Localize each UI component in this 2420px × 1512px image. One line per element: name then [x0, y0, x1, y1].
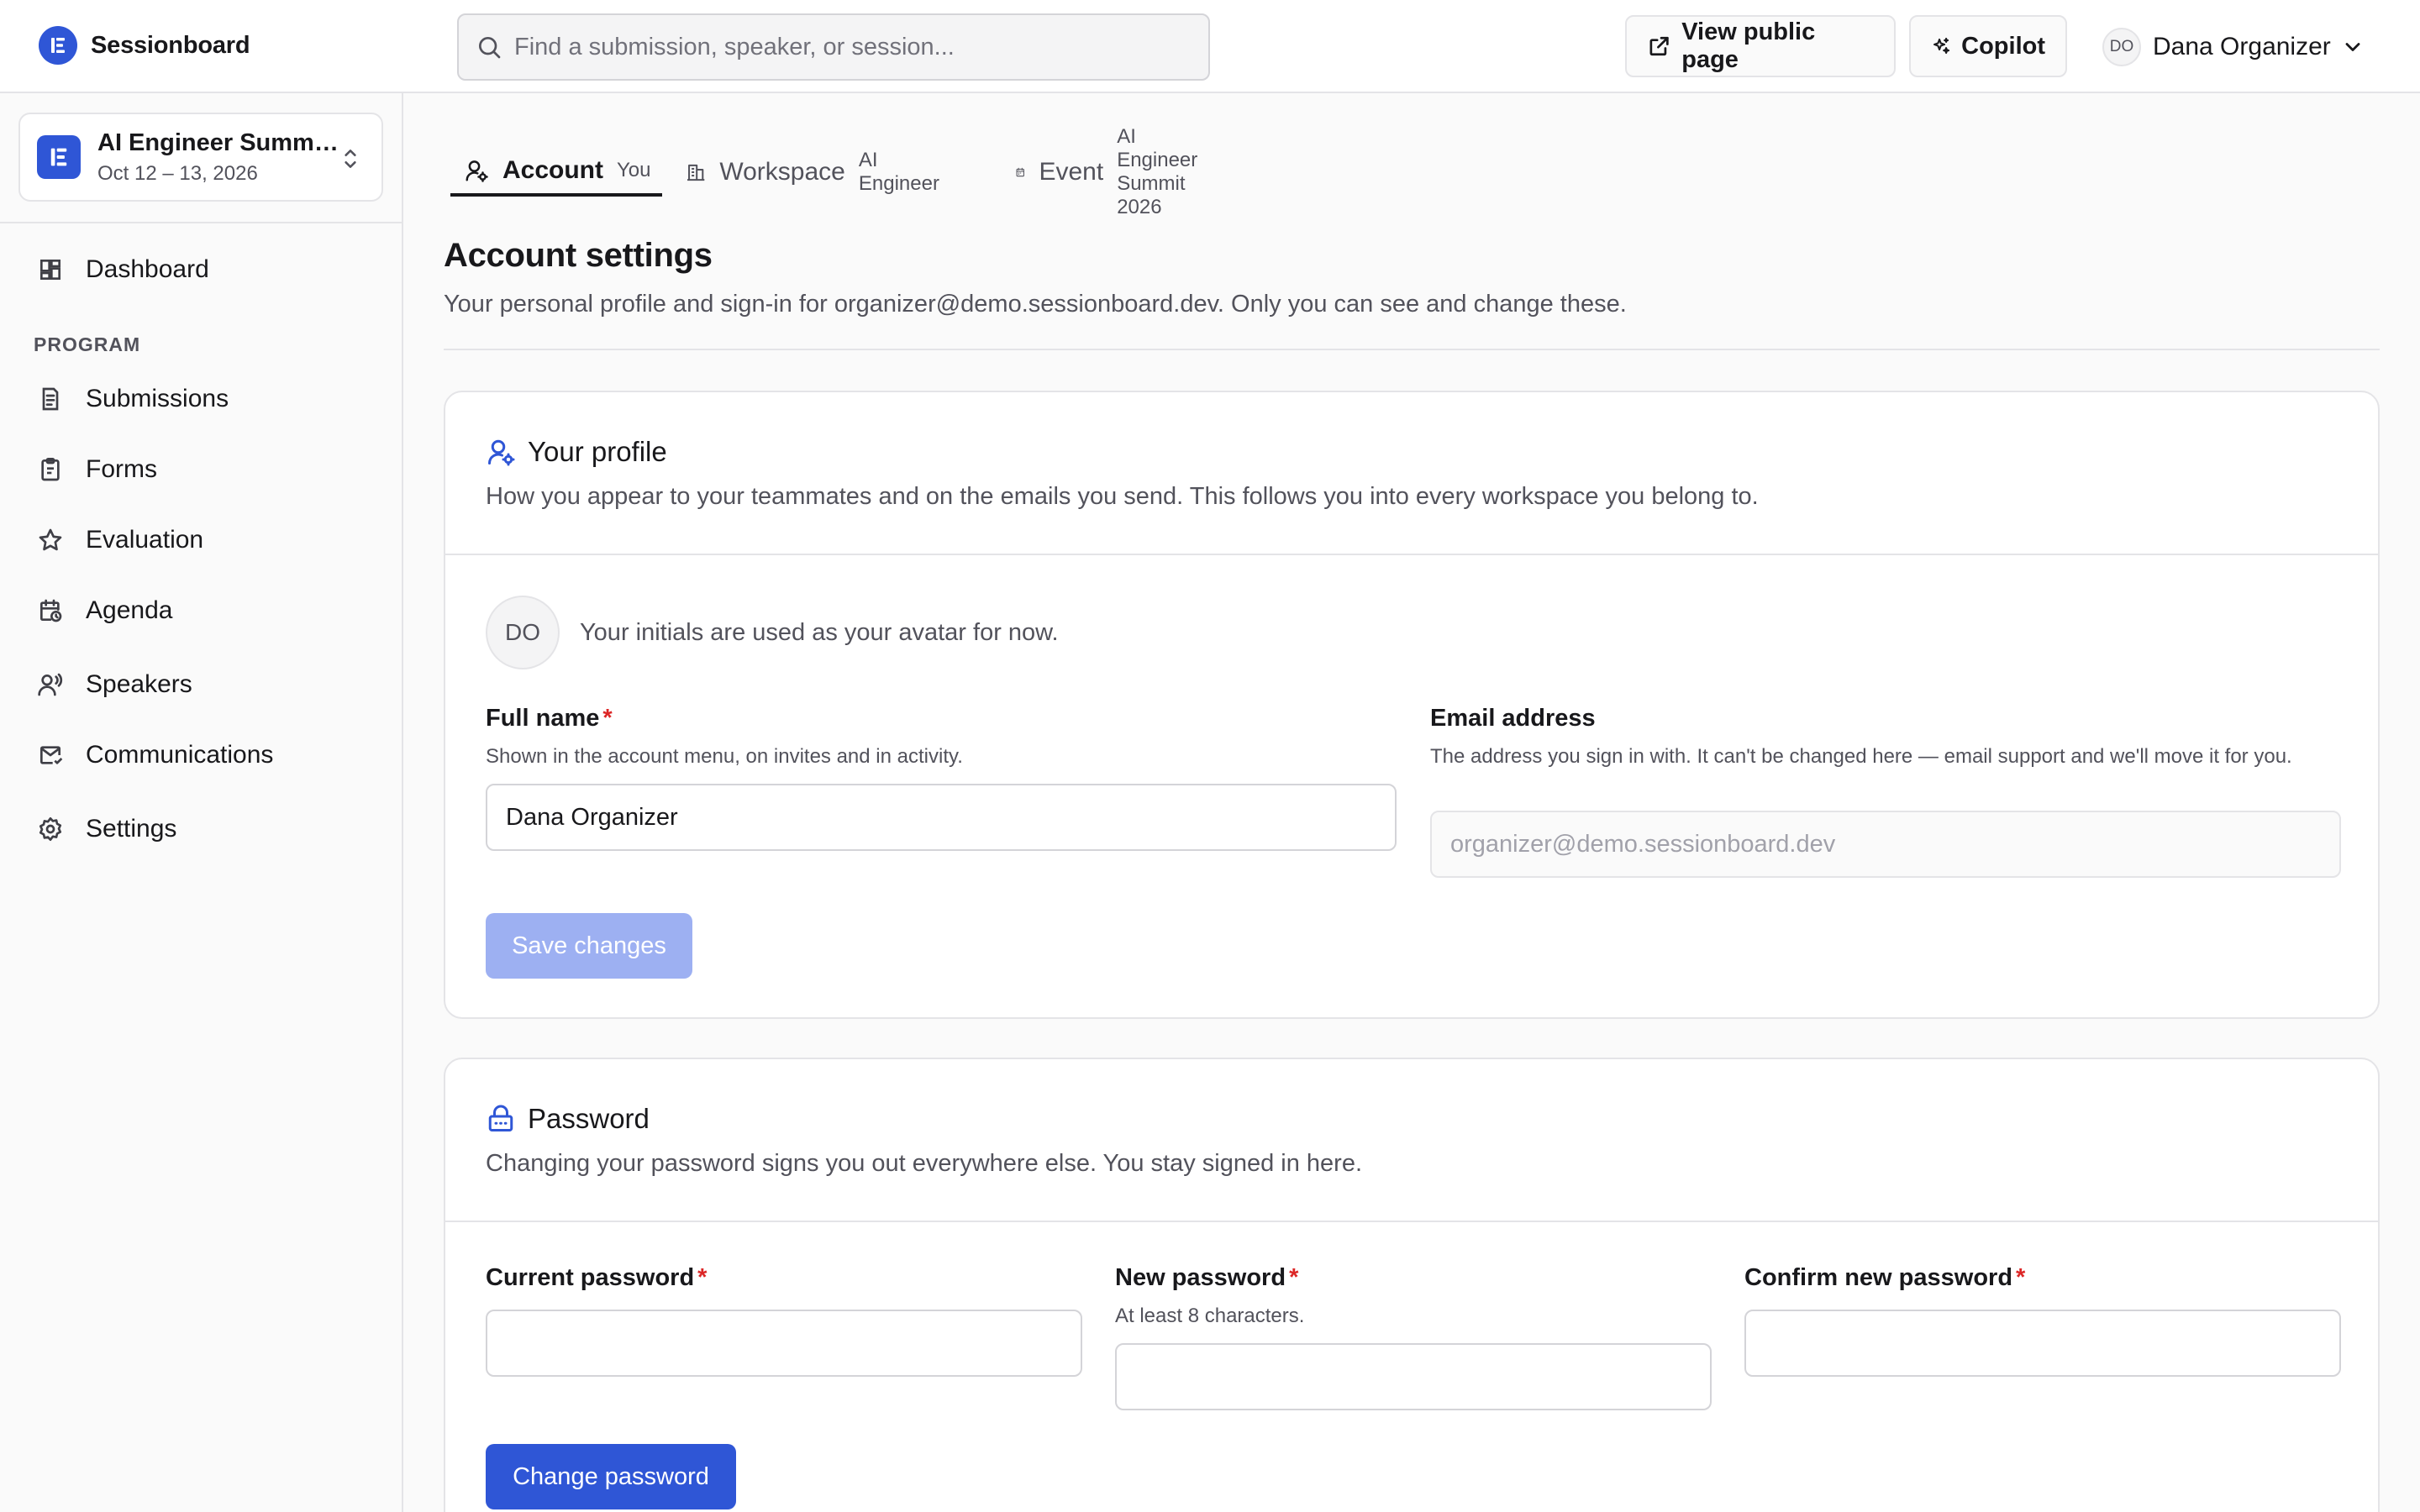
tab-sublabel: AI Engineer Summit 2026	[1117, 125, 1198, 218]
page-title: Account settings	[444, 237, 713, 274]
current-password-label: Current password *	[486, 1264, 707, 1292]
email-help: The address you sign in with. It can't b…	[1430, 745, 2292, 768]
full-name-label: Full name *	[486, 705, 613, 732]
sidebar-item-settings[interactable]: Settings	[15, 802, 385, 856]
star-icon	[37, 527, 64, 554]
user-cog-icon	[486, 437, 516, 467]
full-name-help: Shown in the account menu, on invites an…	[486, 745, 963, 768]
sidebar-item-evaluation[interactable]: Evaluation	[15, 513, 385, 567]
email-label: Email address	[1430, 705, 1596, 732]
event-switcher[interactable]: AI Engineer Summit 2026 Oct 12 – 13, 202…	[18, 113, 383, 202]
sidebar-item-label: Dashboard	[86, 255, 209, 283]
calendar-clock-icon	[37, 597, 64, 624]
sidebar-item-communications[interactable]: Communications	[15, 728, 385, 782]
sparkles-icon	[1931, 34, 1951, 59]
search-icon	[476, 34, 502, 60]
event-dates: Oct 12 – 13, 2026	[97, 161, 258, 185]
email-field	[1430, 811, 2341, 878]
profile-card: Your profile How you appear to your team…	[444, 391, 2380, 1019]
mail-icon	[37, 742, 64, 769]
page-divider	[444, 349, 2380, 350]
clipboard-icon	[37, 456, 64, 483]
brand[interactable]: Sessionboard	[39, 25, 250, 66]
chevrons-up-down-icon	[339, 146, 361, 171]
event-name: AI Engineer Summit 2026	[97, 129, 341, 156]
required-mark: *	[697, 1264, 708, 1291]
sidebar: AI Engineer Summit 2026 Oct 12 – 13, 202…	[0, 93, 403, 1512]
new-password-label-text: New password	[1115, 1264, 1286, 1291]
tab-event[interactable]: Event AI Engineer Summit 2026	[1015, 125, 1213, 218]
chevron-down-icon	[2341, 35, 2365, 59]
password-card-header: Password Changing your password signs yo…	[445, 1059, 2378, 1222]
user-avatar: DO	[2102, 28, 2141, 66]
brand-name: Sessionboard	[91, 31, 250, 59]
full-name-label-text: Full name	[486, 705, 600, 732]
current-password-label-text: Current password	[486, 1264, 695, 1291]
user-menu[interactable]: DO Dana Organizer	[2102, 27, 2365, 67]
confirm-password-field[interactable]	[1744, 1310, 2341, 1377]
password-card-title: Password	[528, 1103, 650, 1134]
tab-sublabel: AI Engineer	[858, 149, 939, 195]
user-name: Dana Organizer	[2153, 33, 2331, 60]
password-card: Password Changing your password signs yo…	[444, 1058, 2380, 1512]
sidebar-item-agenda[interactable]: Agenda	[15, 584, 385, 638]
top-bar: Sessionboard View public page Copilot DO…	[0, 0, 2420, 93]
sidebar-item-label: Submissions	[86, 385, 229, 412]
new-password-label: New password *	[1115, 1264, 1298, 1292]
view-public-page-button[interactable]: View public page	[1625, 15, 1896, 77]
sidebar-item-label: Forms	[86, 455, 157, 483]
sidebar-item-submissions[interactable]: Submissions	[15, 372, 385, 426]
save-changes-button[interactable]: Save changes	[486, 913, 692, 979]
sidebar-item-label: Agenda	[86, 596, 173, 624]
building-icon	[686, 160, 706, 185]
required-mark: *	[1289, 1264, 1299, 1291]
profile-card-title: Your profile	[528, 436, 667, 467]
change-password-button[interactable]: Change password	[486, 1444, 736, 1509]
avatar: DO	[486, 596, 560, 669]
speaker-icon	[37, 671, 64, 698]
sidebar-item-forms[interactable]: Forms	[15, 443, 385, 496]
tab-label: Workspace	[719, 158, 845, 186]
dashboard-icon	[37, 256, 64, 283]
tab-sublabel: You	[617, 159, 651, 181]
global-search[interactable]	[457, 13, 1210, 81]
event-logo-icon	[37, 135, 81, 179]
external-link-icon	[1647, 34, 1671, 59]
lock-icon	[486, 1104, 516, 1134]
tab-account[interactable]: Account You	[450, 148, 662, 197]
sidebar-item-label: Communications	[86, 741, 274, 769]
required-mark: *	[602, 705, 613, 732]
avatar-note: Your initials are used as your avatar fo…	[580, 619, 1059, 646]
copilot-button[interactable]: Copilot	[1909, 15, 2067, 77]
profile-card-description: How you appear to your teammates and on …	[486, 483, 1759, 510]
tab-label: Event	[1039, 158, 1104, 186]
view-public-page-label: View public page	[1681, 18, 1816, 73]
sidebar-section-program: PROGRAM	[34, 333, 141, 355]
sidebar-item-label: Speakers	[86, 670, 192, 698]
submissions-icon	[37, 386, 64, 412]
required-mark: *	[2016, 1264, 2026, 1291]
tab-label: Account	[502, 156, 603, 184]
copilot-label: Copilot	[1961, 32, 2045, 60]
new-password-field[interactable]	[1115, 1343, 1712, 1410]
sidebar-item-label: Evaluation	[86, 526, 204, 554]
user-cog-icon	[464, 158, 489, 183]
password-card-description: Changing your password signs you out eve…	[486, 1150, 1363, 1177]
current-password-field[interactable]	[486, 1310, 1082, 1377]
sidebar-item-label: Settings	[86, 815, 177, 843]
sessionboard-logo-icon	[39, 26, 77, 65]
confirm-password-label-text: Confirm new password	[1744, 1264, 2013, 1291]
calendar-icon	[1015, 160, 1025, 185]
gear-icon	[37, 816, 64, 843]
page-subtitle: Your personal profile and sign-in for or…	[444, 291, 1627, 318]
full-name-field[interactable]	[486, 784, 1397, 851]
search-input[interactable]	[514, 33, 1186, 61]
sidebar-divider	[0, 222, 403, 223]
sidebar-item-speakers[interactable]: Speakers	[15, 658, 385, 711]
confirm-password-label: Confirm new password *	[1744, 1264, 2025, 1292]
profile-card-header: Your profile How you appear to your team…	[445, 392, 2378, 555]
tab-workspace[interactable]: Workspace AI Engineer	[686, 148, 944, 197]
new-password-help: At least 8 characters.	[1115, 1305, 1305, 1327]
sidebar-item-dashboard[interactable]: Dashboard	[15, 243, 385, 297]
